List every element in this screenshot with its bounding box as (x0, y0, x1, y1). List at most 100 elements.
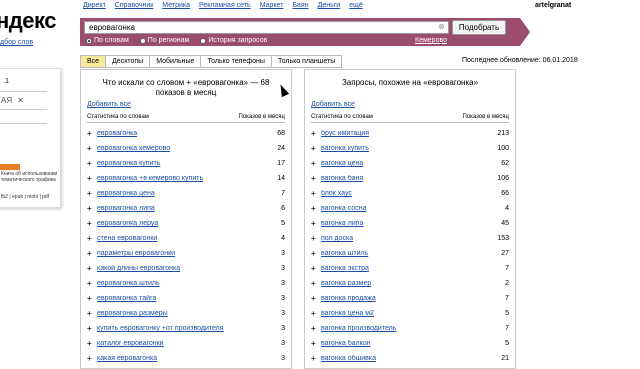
add-keyword-icon[interactable]: + (311, 249, 321, 258)
add-keyword-icon[interactable]: + (311, 309, 321, 318)
radio-history[interactable]: История запросов (200, 37, 267, 44)
keyword-link[interactable]: евровагонка цена (97, 190, 265, 197)
add-keyword-icon[interactable]: + (87, 189, 97, 198)
add-keyword-icon[interactable]: + (311, 219, 321, 228)
tab-tablets-only[interactable]: Только планшеты (270, 55, 343, 68)
add-keyword-icon[interactable]: + (87, 159, 97, 168)
keyword-link[interactable]: вагонка продажа (321, 295, 489, 302)
yandex-logo[interactable]: ндекс (0, 8, 56, 34)
add-keyword-icon[interactable]: + (311, 129, 321, 138)
nav-link-bayan[interactable]: Баян (292, 2, 308, 9)
radio-dot[interactable] (200, 37, 207, 44)
keyword-link[interactable]: какой длины евровагонка (97, 265, 265, 272)
add-keyword-icon[interactable]: + (311, 189, 321, 198)
keyword-link[interactable]: евровагонка штиль (97, 280, 265, 287)
add-keyword-icon[interactable]: + (87, 309, 97, 318)
add-keyword-icon[interactable]: + (311, 339, 321, 348)
keyword-link[interactable]: блок хаус (321, 190, 489, 197)
keyword-link[interactable]: евровагонка размеры (97, 310, 265, 317)
add-keyword-icon[interactable]: + (87, 339, 97, 348)
keyword-link[interactable]: вагонка обшивка (321, 355, 489, 362)
keyword-link[interactable]: брус имитация (321, 130, 489, 137)
add-keyword-icon[interactable]: + (311, 279, 321, 288)
keyword-link[interactable]: евровагонка кемерово (97, 145, 265, 152)
add-keyword-icon[interactable]: + (311, 204, 321, 213)
keyword-link[interactable]: евровагонка тайга (97, 295, 265, 302)
nav-link-market[interactable]: Маркет (260, 2, 284, 9)
add-keyword-icon[interactable]: + (311, 264, 321, 273)
add-keyword-icon[interactable]: + (87, 144, 97, 153)
keyword-link[interactable]: вагонка штиль (321, 250, 489, 257)
user-name[interactable]: artelgranat (535, 2, 571, 9)
keyword-link[interactable]: купить евровагонку +от производителя (97, 325, 265, 332)
keyword-link[interactable]: стена евровагонки (97, 235, 265, 242)
column-header-impressions[interactable]: Показов в месяц (462, 114, 509, 120)
radio-by-regions[interactable]: По регионам (139, 37, 189, 44)
region-link[interactable]: Кемерово (415, 37, 447, 44)
keyword-link[interactable]: евровагонка купить (97, 160, 265, 167)
tab-all[interactable]: Все (80, 55, 107, 68)
column-header-impressions[interactable]: Показов в месяц (238, 114, 285, 120)
add-keyword-icon[interactable]: + (87, 264, 97, 273)
nav-link-direct[interactable]: Директ (83, 2, 106, 9)
tab-phones-only[interactable]: Только телефоны (200, 55, 272, 68)
keyword-link[interactable]: каталог евровагонки (97, 340, 265, 347)
column-header-keyword[interactable]: Статистика по словам (87, 114, 149, 120)
book-format-links[interactable]: fb2 | epub | mobi | pdf (1, 194, 49, 200)
keyword-link[interactable]: вагонка цена м2 (321, 310, 489, 317)
add-keyword-icon[interactable]: + (311, 144, 321, 153)
column-header-keyword[interactable]: Статистика по словам (311, 114, 373, 120)
add-keyword-icon[interactable]: + (87, 294, 97, 303)
keyword-link[interactable]: параметры евровагонки (97, 250, 265, 257)
close-icon[interactable]: ✕ (17, 96, 24, 105)
add-keyword-icon[interactable]: + (87, 234, 97, 243)
radio-dot[interactable] (86, 37, 92, 44)
keyword-link[interactable]: вагонка размер (321, 280, 489, 287)
radio-by-words[interactable]: По словам (86, 37, 129, 44)
add-keyword-icon[interactable]: + (87, 354, 97, 363)
radio-dot[interactable] (139, 37, 146, 44)
add-keyword-icon[interactable]: + (311, 294, 321, 303)
keyword-link[interactable]: евровагонка липа (97, 205, 265, 212)
keyword-link[interactable]: вагонка липа (321, 220, 489, 227)
add-keyword-icon[interactable]: + (87, 279, 97, 288)
add-keyword-icon[interactable]: + (87, 249, 97, 258)
add-keyword-icon[interactable]: + (311, 354, 321, 363)
keyword-link[interactable]: евровагонка (97, 130, 265, 137)
keyword-link[interactable]: евровагонка леруа (97, 220, 265, 227)
keyword-link[interactable]: пол доска (321, 235, 489, 242)
keyword-link[interactable]: евровагонка +в кемерово купить (97, 175, 265, 182)
keyword-link[interactable]: вагонка купить (321, 145, 489, 152)
keyword-link[interactable]: вагонка производитель (321, 325, 489, 332)
search-button[interactable]: Подобрать (452, 20, 506, 35)
add-keyword-icon[interactable]: + (87, 324, 97, 333)
add-keyword-icon[interactable]: + (311, 174, 321, 183)
add-keyword-icon[interactable]: + (311, 234, 321, 243)
add-all-link[interactable]: Добавить все (87, 101, 131, 108)
keyword-link[interactable]: вагонка экстра (321, 265, 489, 272)
book-cover-icon[interactable] (0, 164, 20, 170)
service-name-link[interactable]: дбор слов (0, 39, 33, 46)
nav-link-spravochnik[interactable]: Справочник (115, 2, 154, 9)
search-input[interactable]: евровагонка (84, 21, 449, 34)
nav-link-more[interactable]: ещё (349, 2, 363, 9)
nav-link-metrika[interactable]: Метрика (162, 2, 190, 9)
add-keyword-icon[interactable]: + (87, 129, 97, 138)
tab-desktops[interactable]: Десктопы (105, 55, 151, 68)
tab-mobile[interactable]: Мобильные (149, 55, 202, 68)
nav-link-dengi[interactable]: Деньги (318, 2, 341, 9)
keyword-link[interactable]: вагонка сосна (321, 205, 489, 212)
add-keyword-icon[interactable]: + (87, 219, 97, 228)
add-all-link[interactable]: Добавить все (311, 101, 355, 108)
keyword-link[interactable]: вагонка балкон (321, 340, 489, 347)
keyword-link[interactable]: какая евровагонка (97, 355, 265, 362)
keyword-link[interactable]: вагонка баня (321, 175, 489, 182)
font-icon[interactable]: АЯ (1, 96, 12, 105)
add-keyword-icon[interactable]: + (311, 159, 321, 168)
clear-icon[interactable]: ⊗ (438, 22, 445, 31)
keyword-link[interactable]: вагонка цена (321, 160, 489, 167)
nav-link-ad-network[interactable]: Рекламная сеть (199, 2, 251, 9)
add-keyword-icon[interactable]: + (311, 324, 321, 333)
add-keyword-icon[interactable]: + (87, 174, 97, 183)
add-keyword-icon[interactable]: + (87, 204, 97, 213)
